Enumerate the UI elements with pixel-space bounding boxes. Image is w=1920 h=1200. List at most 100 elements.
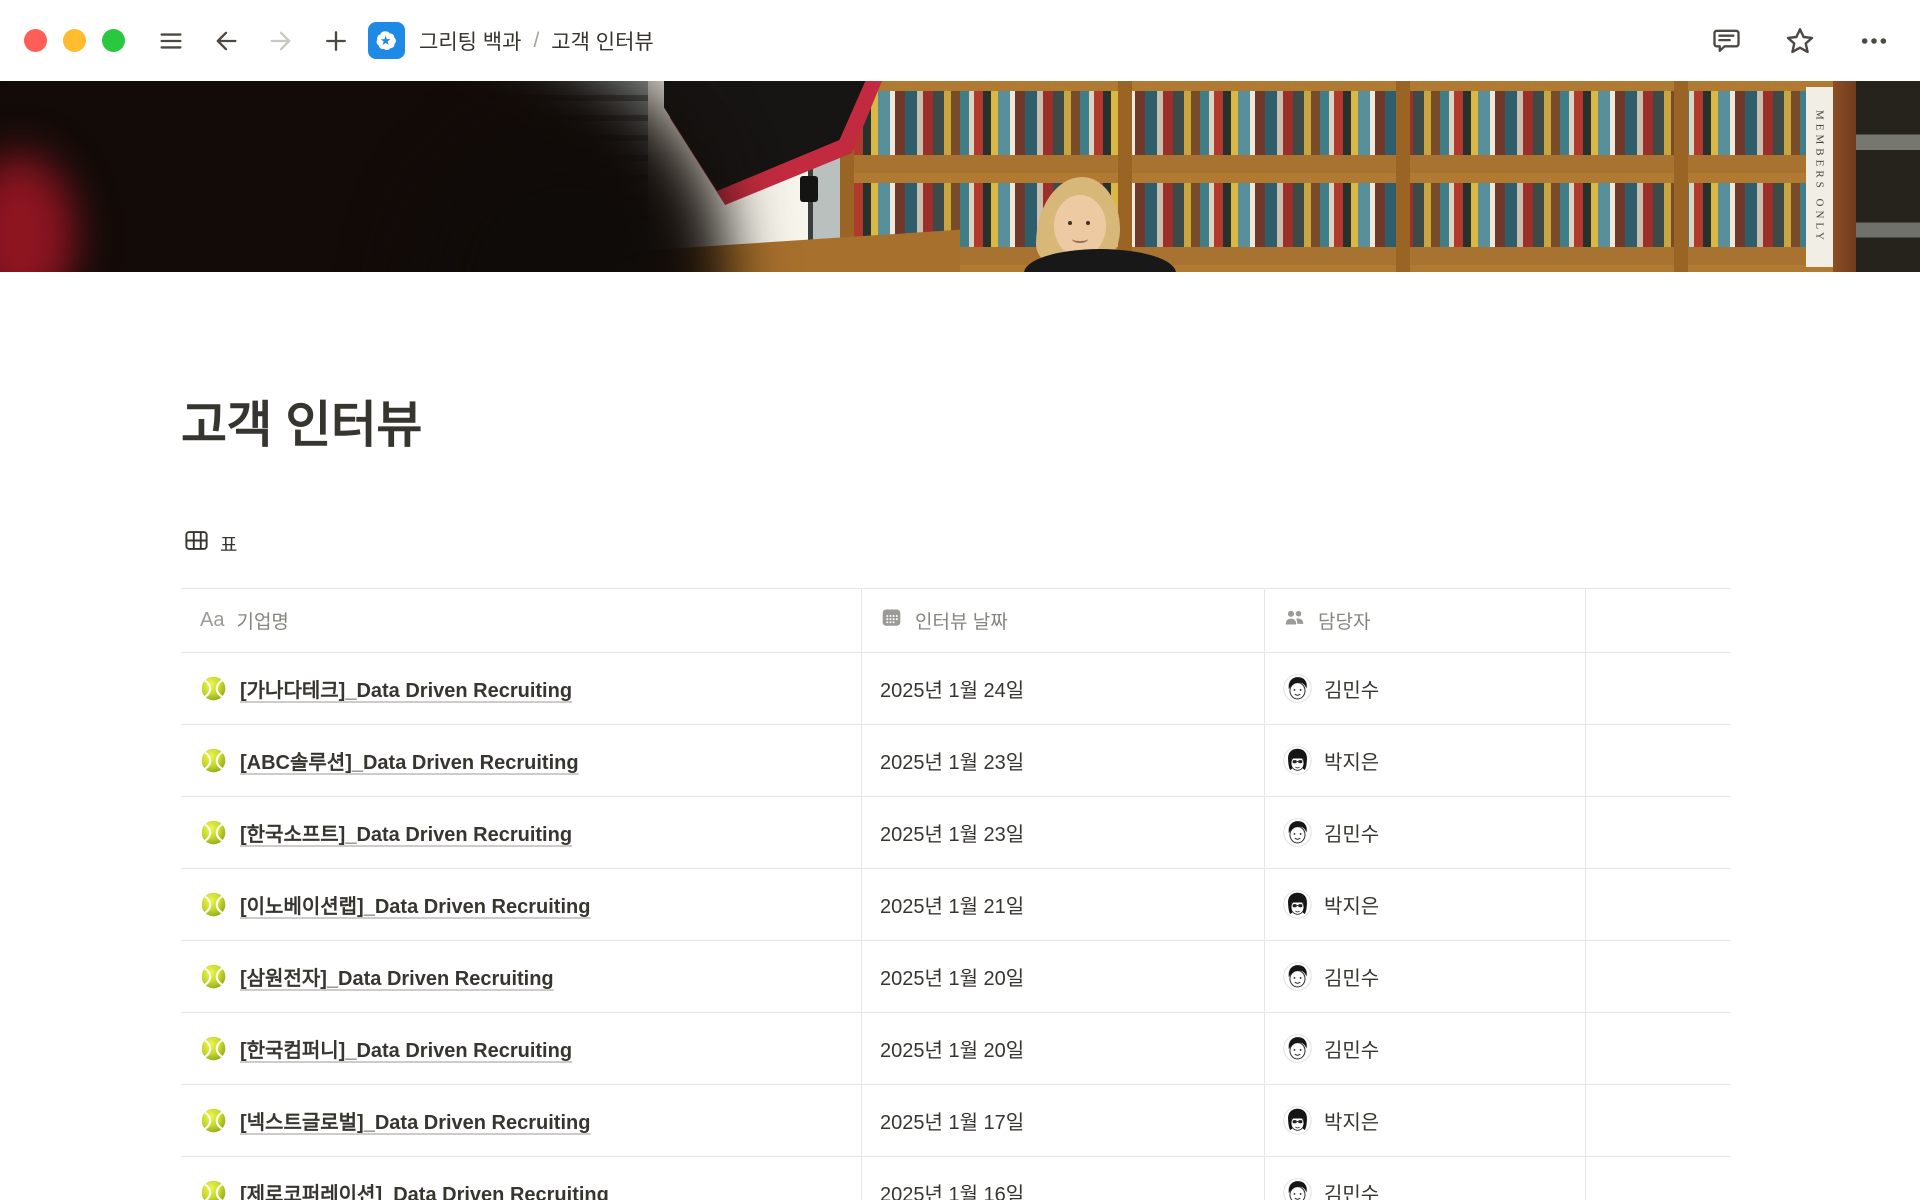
owner-cell[interactable]: 박지은 xyxy=(1265,869,1586,940)
date-value: 2025년 1월 20일 xyxy=(880,962,1024,991)
more-options-button[interactable] xyxy=(1854,21,1894,61)
date-value: 2025년 1월 24일 xyxy=(880,674,1024,703)
cover-image: MEMBERS ONLY xyxy=(0,81,1920,272)
empty-cell xyxy=(1586,725,1731,796)
breadcrumb-current[interactable]: 고객 인터뷰 xyxy=(551,26,653,56)
table-row: [넥스트글로벌]_Data Driven Recruiting 2025년 1월… xyxy=(181,1085,1731,1157)
empty-cell xyxy=(1586,869,1731,940)
date-cell[interactable]: 2025년 1월 20일 xyxy=(862,1013,1265,1084)
column-header-company[interactable]: Aa 기업명 xyxy=(181,589,862,652)
empty-cell xyxy=(1586,1085,1731,1156)
breadcrumb-root[interactable]: 그리팅 백과 xyxy=(419,26,521,56)
date-cell[interactable]: 2025년 1월 24일 xyxy=(862,653,1265,724)
avatar-icon xyxy=(1283,1034,1312,1063)
company-cell[interactable]: [한국소프트]_Data Driven Recruiting xyxy=(181,797,862,868)
date-value: 2025년 1월 16일 xyxy=(880,1178,1024,1200)
close-window-button[interactable] xyxy=(24,29,47,52)
empty-cell xyxy=(1586,653,1731,724)
tennis-ball-icon xyxy=(200,819,227,846)
tennis-ball-icon xyxy=(200,1179,227,1200)
forward-button[interactable] xyxy=(261,21,301,61)
column-label: 기업명 xyxy=(236,607,288,634)
company-cell[interactable]: [가나다테크]_Data Driven Recruiting xyxy=(181,653,862,724)
owner-name: 김민수 xyxy=(1324,818,1379,847)
owner-cell[interactable]: 김민수 xyxy=(1265,1013,1586,1084)
owner-cell[interactable]: 김민수 xyxy=(1265,941,1586,1012)
table-row: [가나다테크]_Data Driven Recruiting 2025년 1월 … xyxy=(181,653,1731,725)
owner-name: 김민수 xyxy=(1324,1034,1379,1063)
company-cell[interactable]: [이노베이션랩]_Data Driven Recruiting xyxy=(181,869,862,940)
calendar-icon xyxy=(880,606,903,635)
table-row: [ABC솔루션]_Data Driven Recruiting 2025년 1월… xyxy=(181,725,1731,797)
owner-cell[interactable]: 박지은 xyxy=(1265,1085,1586,1156)
owner-cell[interactable]: 김민수 xyxy=(1265,797,1586,868)
breadcrumb-separator: / xyxy=(533,29,539,53)
company-cell[interactable]: [제로코퍼레이션]_Data Driven Recruiting xyxy=(181,1157,862,1200)
page-link[interactable]: [넥스트글로벌]_Data Driven Recruiting xyxy=(240,1106,590,1135)
text-type-icon: Aa xyxy=(200,609,224,632)
page-link[interactable]: [한국컴퍼니]_Data Driven Recruiting xyxy=(240,1034,572,1063)
favorite-button[interactable] xyxy=(1780,21,1820,61)
empty-cell xyxy=(1586,1013,1731,1084)
owner-name: 박지은 xyxy=(1324,890,1379,919)
tennis-ball-icon xyxy=(200,891,227,918)
page-link[interactable]: [삼원전자]_Data Driven Recruiting xyxy=(240,962,554,991)
table-row: [삼원전자]_Data Driven Recruiting 2025년 1월 2… xyxy=(181,941,1731,1013)
avatar-icon xyxy=(1283,962,1312,991)
page-link[interactable]: [가나다테크]_Data Driven Recruiting xyxy=(240,674,572,703)
empty-cell xyxy=(1586,1157,1731,1200)
tennis-ball-icon xyxy=(200,1107,227,1134)
page-link[interactable]: [ABC솔루션]_Data Driven Recruiting xyxy=(240,746,579,775)
comments-button[interactable] xyxy=(1706,21,1746,61)
view-tab-label: 표 xyxy=(220,530,237,557)
owner-cell[interactable]: 김민수 xyxy=(1265,653,1586,724)
tab-table-view[interactable]: 표 xyxy=(181,521,239,565)
tennis-ball-icon xyxy=(200,1035,227,1062)
date-cell[interactable]: 2025년 1월 16일 xyxy=(862,1157,1265,1200)
date-cell[interactable]: 2025년 1월 21일 xyxy=(862,869,1265,940)
company-cell[interactable]: [한국컴퍼니]_Data Driven Recruiting xyxy=(181,1013,862,1084)
people-icon xyxy=(1283,606,1306,635)
zoom-window-button[interactable] xyxy=(102,29,125,52)
date-cell[interactable]: 2025년 1월 20일 xyxy=(862,941,1265,1012)
breadcrumb: 그리팅 백과 / 고객 인터뷰 xyxy=(368,22,654,59)
company-cell[interactable]: [ABC솔루션]_Data Driven Recruiting xyxy=(181,725,862,796)
table-row: [한국컴퍼니]_Data Driven Recruiting 2025년 1월 … xyxy=(181,1013,1731,1085)
traffic-lights xyxy=(24,29,125,52)
empty-cell xyxy=(1586,797,1731,868)
minimize-window-button[interactable] xyxy=(63,29,86,52)
avatar-icon xyxy=(1283,1106,1312,1135)
date-cell[interactable]: 2025년 1월 23일 xyxy=(862,797,1265,868)
column-header-date[interactable]: 인터뷰 날짜 xyxy=(862,589,1265,652)
date-value: 2025년 1월 21일 xyxy=(880,890,1024,919)
table-header-row: Aa 기업명 인터뷰 날짜 담당자 xyxy=(181,589,1731,653)
hamburger-icon xyxy=(157,27,185,55)
column-header-owner[interactable]: 담당자 xyxy=(1265,589,1586,652)
page-link[interactable]: [제로코퍼레이션]_Data Driven Recruiting xyxy=(240,1178,609,1200)
new-page-button[interactable] xyxy=(316,21,356,61)
page-title[interactable]: 고객 인터뷰 xyxy=(181,385,1920,457)
sidebar-menu-button[interactable] xyxy=(151,21,191,61)
window-titlebar: 그리팅 백과 / 고객 인터뷰 xyxy=(0,0,1920,81)
owner-name: 박지은 xyxy=(1324,746,1379,775)
date-cell[interactable]: 2025년 1월 17일 xyxy=(862,1085,1265,1156)
date-value: 2025년 1월 17일 xyxy=(880,1106,1024,1135)
owner-cell[interactable]: 김민수 xyxy=(1265,1157,1586,1200)
view-tabs: 표 xyxy=(181,521,1920,565)
company-cell[interactable]: [삼원전자]_Data Driven Recruiting xyxy=(181,941,862,1012)
avatar-icon xyxy=(1283,1178,1312,1200)
star-icon xyxy=(1784,25,1816,57)
page-link[interactable]: [한국소프트]_Data Driven Recruiting xyxy=(240,818,572,847)
workspace-logo-icon[interactable] xyxy=(368,22,405,59)
page-link[interactable]: [이노베이션랩]_Data Driven Recruiting xyxy=(240,890,590,919)
date-value: 2025년 1월 20일 xyxy=(880,1034,1024,1063)
bookshelf-backdrop xyxy=(840,81,1920,272)
avatar-icon xyxy=(1283,674,1312,703)
company-cell[interactable]: [넥스트글로벌]_Data Driven Recruiting xyxy=(181,1085,862,1156)
avatar-icon xyxy=(1283,818,1312,847)
date-cell[interactable]: 2025년 1월 23일 xyxy=(862,725,1265,796)
database-table: Aa 기업명 인터뷰 날짜 담당자 [가나다테크]_Data D xyxy=(181,588,1731,1200)
members-only-sign: MEMBERS ONLY xyxy=(1806,87,1833,267)
owner-cell[interactable]: 박지은 xyxy=(1265,725,1586,796)
back-button[interactable] xyxy=(206,21,246,61)
